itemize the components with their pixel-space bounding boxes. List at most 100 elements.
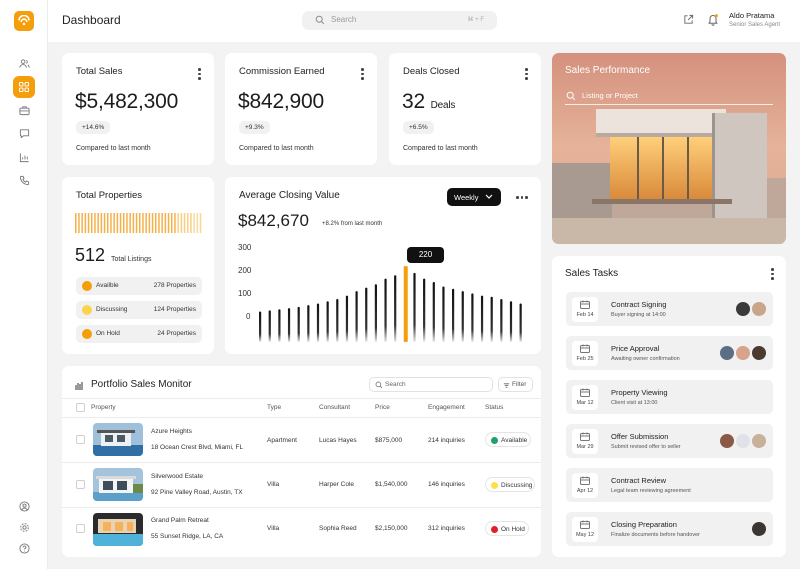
chart-bar[interactable] (403, 266, 408, 342)
task-date: Feb 25 (576, 356, 594, 362)
more-options-icon[interactable] (516, 196, 528, 199)
engagement-count: 146 inquiries (428, 481, 465, 488)
task-item[interactable]: Mar 12 Property Viewing Client visit at … (566, 380, 773, 414)
notification-bell-icon[interactable] (707, 13, 719, 26)
profile-nav-icon[interactable] (13, 495, 35, 517)
chart-bar[interactable] (432, 282, 435, 342)
settings-gear-icon[interactable] (13, 516, 35, 538)
chart-bar[interactable] (394, 275, 397, 342)
chart-bar[interactable] (461, 291, 464, 342)
select-all-checkbox[interactable] (76, 403, 85, 412)
task-item[interactable]: May 12 Closing Preparation Finalize docu… (566, 512, 773, 546)
property-name[interactable]: Silverwood Estate (151, 473, 203, 480)
listing-search-input[interactable]: Listing or Project (565, 89, 773, 105)
app-logo-icon[interactable] (14, 11, 34, 31)
chart-bar[interactable] (287, 308, 291, 342)
period-dropdown[interactable]: Weekly (447, 188, 501, 206)
task-item[interactable]: Apr 12 Contract Review Legal team review… (566, 468, 773, 502)
analytics-nav-icon[interactable] (13, 146, 35, 168)
stat-title: Deals Closed (403, 66, 460, 77)
chart-bar[interactable] (297, 306, 300, 342)
avatar[interactable] (751, 433, 767, 449)
chart-bar[interactable] (259, 311, 262, 342)
card-title: Sales Tasks (565, 268, 619, 279)
global-search-input[interactable]: Search ⌘ + F (302, 11, 497, 30)
column-header[interactable]: Consultant (319, 404, 350, 411)
row-checkbox[interactable] (76, 480, 85, 489)
chart-bar[interactable] (490, 296, 493, 342)
avatar[interactable] (751, 521, 767, 537)
card-title: Total Properties (76, 190, 143, 201)
dashboard-nav-icon[interactable] (13, 76, 35, 98)
column-header[interactable]: Status (485, 404, 503, 411)
chart-bar[interactable] (480, 295, 484, 342)
avatar[interactable] (735, 301, 751, 317)
calendar-icon: May 12 (572, 517, 598, 542)
chart-bar[interactable] (452, 288, 455, 342)
avatar[interactable] (719, 433, 735, 449)
chart-bar[interactable] (307, 305, 310, 342)
chart-bar[interactable] (336, 299, 339, 342)
chart-bar[interactable] (471, 293, 474, 342)
chart-bar[interactable] (519, 303, 522, 342)
chart-tooltip: 220 (407, 247, 444, 263)
phone-nav-icon[interactable] (13, 169, 35, 191)
chart-bar[interactable] (278, 309, 281, 342)
users-nav-icon[interactable] (13, 52, 35, 74)
more-options-icon[interactable] (525, 68, 528, 80)
avatar[interactable] (751, 301, 767, 317)
task-item[interactable]: Feb 14 Contract Signing Buyer signing at… (566, 292, 773, 326)
deals-count: 32 (402, 90, 425, 113)
column-header[interactable]: Price (375, 404, 390, 411)
stripe (78, 213, 80, 233)
row-checkbox[interactable] (76, 435, 85, 444)
briefcase-nav-icon[interactable] (13, 99, 35, 121)
page-title: Dashboard (62, 13, 121, 27)
chart-bar[interactable] (509, 301, 513, 342)
property-name[interactable]: Azure Heights (151, 428, 192, 435)
more-options-icon[interactable] (771, 268, 774, 280)
stripe (87, 213, 90, 233)
stat-change-badge: +6.5% (403, 121, 434, 134)
chart-bar[interactable] (374, 284, 377, 342)
avatar[interactable] (751, 345, 767, 361)
chart-bar[interactable] (345, 295, 349, 342)
task-item[interactable]: Feb 25 Price Approval Awaiting owner con… (566, 336, 773, 370)
chart-bar[interactable] (268, 310, 271, 342)
task-subtitle: Finalize documents before handover (611, 532, 700, 538)
chart-bar[interactable] (384, 278, 387, 342)
engagement-count: 312 inquiries (428, 525, 465, 532)
chart-bar[interactable] (423, 278, 426, 342)
chart-bar[interactable] (500, 299, 503, 342)
filter-icon (503, 383, 510, 388)
more-options-icon[interactable] (361, 68, 364, 80)
avatar[interactable] (735, 345, 751, 361)
chart-bar[interactable] (355, 291, 358, 342)
task-subtitle: Client visit at 13:00 (611, 400, 658, 406)
chart-bar[interactable] (413, 272, 416, 342)
more-options-icon[interactable] (198, 68, 201, 80)
stripe (97, 213, 99, 233)
avatar[interactable] (719, 345, 735, 361)
chat-nav-icon[interactable] (13, 122, 35, 144)
stripe (164, 213, 167, 233)
help-icon[interactable] (13, 537, 35, 559)
external-link-icon[interactable] (683, 14, 694, 25)
stripe (151, 213, 154, 233)
avatar[interactable] (735, 433, 751, 449)
portfolio-search-input[interactable]: Search (369, 377, 493, 392)
column-header[interactable]: Property (91, 404, 116, 411)
user-name[interactable]: Aldo Pratama (729, 11, 774, 20)
chart-bar[interactable] (316, 303, 320, 342)
property-name[interactable]: Grand Palm Retreat (151, 517, 209, 524)
column-header[interactable]: Type (267, 404, 281, 411)
filter-button[interactable]: Filter (498, 377, 533, 392)
chart-bar[interactable] (442, 286, 445, 342)
chart-bar[interactable] (326, 301, 329, 342)
row-checkbox[interactable] (76, 524, 85, 533)
task-item[interactable]: Mar 29 Offer Submission Submit revised o… (566, 424, 773, 458)
column-header[interactable]: Engagement (428, 404, 465, 411)
chart-bar[interactable] (365, 287, 368, 342)
house-photo (552, 53, 786, 244)
legend-row-discussing: Discussing 124 Properties (76, 301, 202, 319)
